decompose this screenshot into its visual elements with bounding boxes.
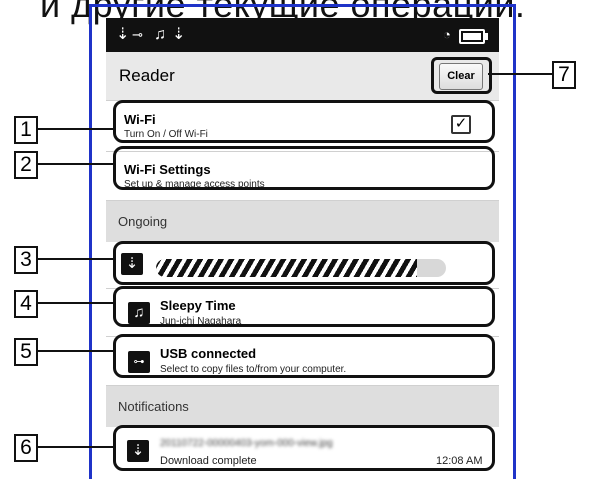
callout-box-6	[113, 425, 495, 471]
frame-top-border	[89, 4, 516, 7]
download-icon: ⇣	[116, 26, 130, 43]
callout-line-4	[38, 302, 114, 304]
app-title: Reader	[119, 66, 175, 85]
callout-box-2	[113, 146, 495, 190]
callout-number-4: 4	[14, 290, 38, 318]
callout-line-6	[38, 446, 114, 448]
callout-number-5: 5	[14, 338, 38, 366]
wireless-icon: ◔	[443, 27, 451, 42]
callout-number-1: 1	[14, 116, 38, 144]
callout-number-6: 6	[14, 434, 38, 462]
usb-icon: ⊸	[132, 27, 143, 42]
callout-line-7	[488, 73, 552, 75]
callout-line-5	[38, 350, 114, 352]
status-bar: ⇣ ⊸ ♫ ⇣ ◔	[106, 18, 499, 52]
frame-right-border	[513, 4, 516, 479]
callout-box-7	[431, 57, 492, 94]
callout-box-1	[113, 100, 495, 143]
callout-line-2	[38, 163, 114, 165]
callout-box-4	[113, 286, 495, 327]
callout-line-1	[38, 128, 114, 130]
ongoing-label: Ongoing	[118, 214, 168, 229]
callout-number-3: 3	[14, 246, 38, 274]
callout-number-2: 2	[14, 151, 38, 179]
ongoing-section-header: Ongoing	[106, 201, 499, 242]
callout-box-5	[113, 334, 495, 378]
callout-number-7: 7	[552, 61, 576, 89]
callout-box-3	[113, 241, 495, 285]
frame-left-border	[89, 4, 92, 479]
download-icon: ⇣	[172, 26, 186, 43]
notifications-section-header: Notifications	[106, 386, 499, 427]
battery-icon	[459, 29, 488, 44]
notifications-label: Notifications	[118, 399, 189, 414]
callout-line-3	[38, 258, 114, 260]
music-note-icon: ♫	[154, 26, 166, 43]
